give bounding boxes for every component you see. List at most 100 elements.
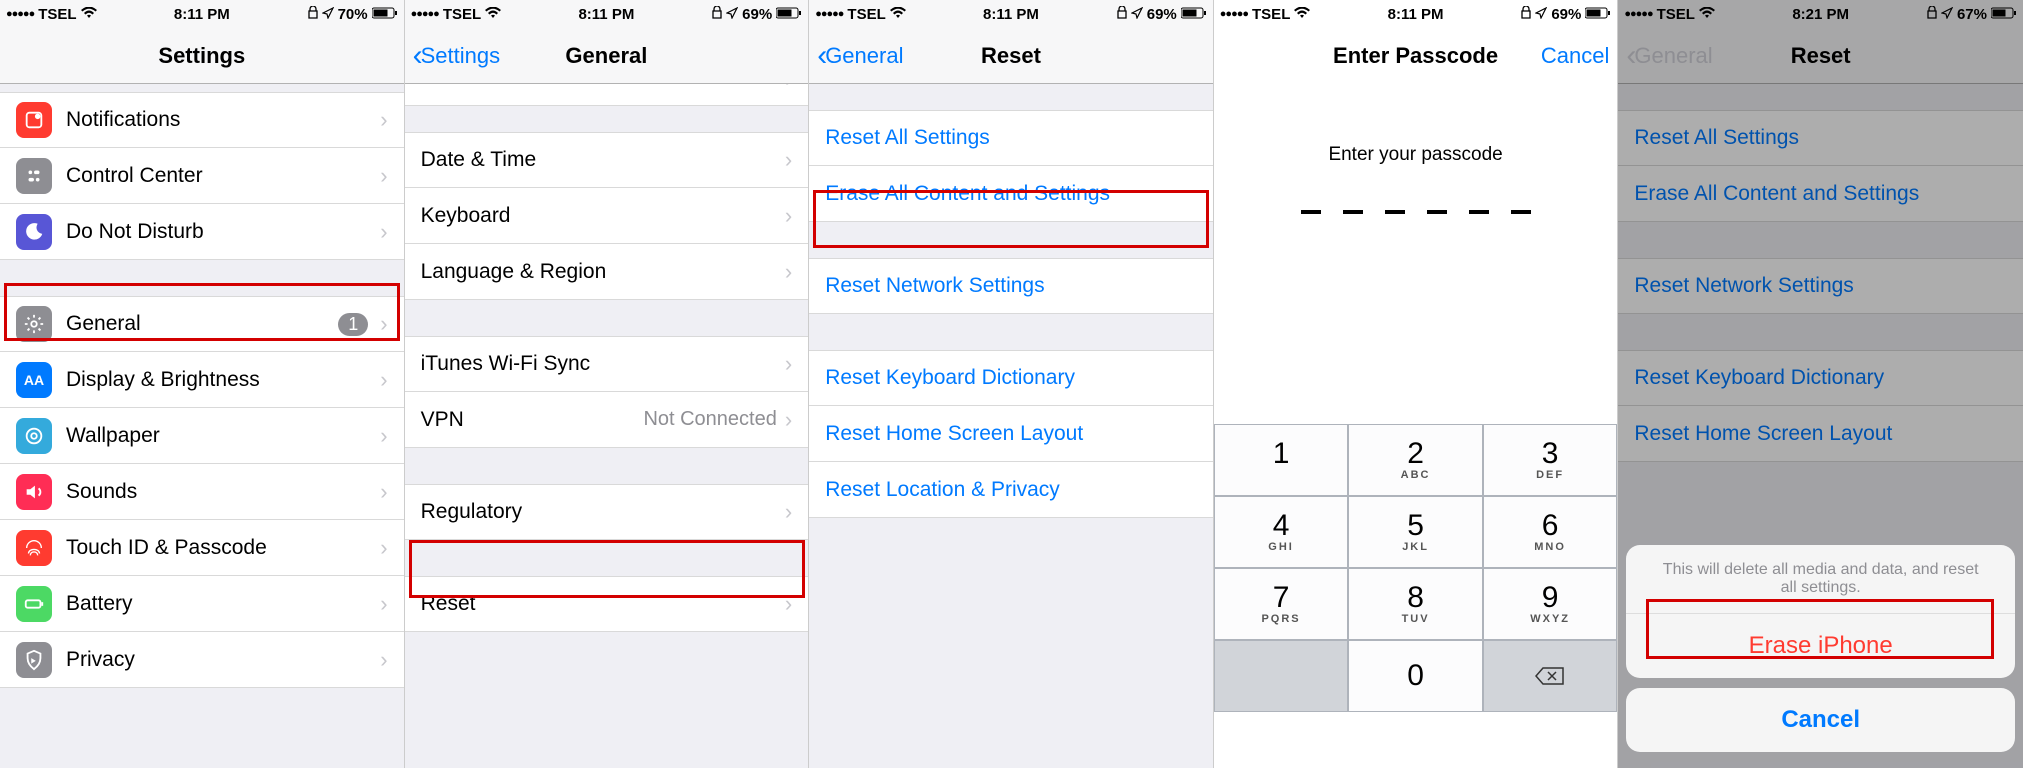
chevron-right-icon: › <box>380 423 387 449</box>
cell-label: Reset Network Settings <box>825 274 1197 298</box>
screen-erase-confirm: ●●●●●TSEL 8:21 PM 67% ‹General Reset Res… <box>1618 0 2023 768</box>
key-7[interactable]: 7PQRS <box>1214 568 1349 640</box>
cell-label: VPN <box>421 408 644 432</box>
back-button[interactable]: ‹Settings <box>413 41 501 71</box>
cell-cut-row[interactable]: › <box>405 84 809 106</box>
display-icon: AA <box>16 362 52 398</box>
cell-label: Erase All Content and Settings <box>825 182 1197 206</box>
cell-label: Wallpaper <box>66 424 372 448</box>
cell-regulatory[interactable]: Regulatory› <box>405 484 809 540</box>
cell-label: Display & Brightness <box>66 368 372 392</box>
nav-title: Settings <box>0 43 404 69</box>
cell-notifications[interactable]: Notifications › <box>0 92 404 148</box>
key-empty <box>1214 640 1349 712</box>
cell-erase-all[interactable]: Erase All Content and Settings <box>809 166 1213 222</box>
chevron-right-icon: › <box>785 407 792 433</box>
cell-reset-all[interactable]: Reset All Settings <box>809 110 1213 166</box>
cell-label: Notifications <box>66 108 372 132</box>
status-bar: ●●●●●TSEL 8:11 PM 69% <box>405 0 809 28</box>
cell-general[interactable]: General 1 › <box>0 296 404 352</box>
back-button[interactable]: ‹General <box>1626 41 1712 71</box>
sheet-cancel-button[interactable]: Cancel <box>1626 688 2015 752</box>
nav-bar: Settings <box>0 28 404 84</box>
key-2[interactable]: 2ABC <box>1348 424 1483 496</box>
cell-label: Reset All Settings <box>825 126 1197 150</box>
nav-bar: Enter Passcode Cancel <box>1214 28 1618 84</box>
key-3[interactable]: 3DEF <box>1483 424 1618 496</box>
cell-keyboard[interactable]: Keyboard › <box>405 188 809 244</box>
cell-display[interactable]: AA Display & Brightness › <box>0 352 404 408</box>
key-backspace[interactable] <box>1483 640 1618 712</box>
back-label: Settings <box>421 43 501 69</box>
key-5[interactable]: 5JKL <box>1348 496 1483 568</box>
nav-bar: ‹Settings General <box>405 28 809 84</box>
cell-reset[interactable]: Reset› <box>405 576 809 632</box>
cell-reset-keyboard[interactable]: Reset Keyboard Dictionary <box>809 350 1213 406</box>
cell-privacy[interactable]: Privacy › <box>0 632 404 688</box>
screen-settings: ●●●●● TSEL 8:11 PM 70% Settings Notifica… <box>0 0 405 768</box>
cell-label: Reset <box>421 592 777 616</box>
cell-label: Reset Home Screen Layout <box>825 422 1197 446</box>
screen-general: ●●●●●TSEL 8:11 PM 69% ‹Settings General … <box>405 0 810 768</box>
erase-iphone-button[interactable]: Erase iPhone <box>1626 614 2015 678</box>
key-8[interactable]: 8TUV <box>1348 568 1483 640</box>
chevron-right-icon: › <box>785 499 792 525</box>
cell-itunes-wifi[interactable]: iTunes Wi-Fi Sync› <box>405 336 809 392</box>
cell-wallpaper[interactable]: Wallpaper › <box>0 408 404 464</box>
battery-cell-icon <box>16 586 52 622</box>
cell-reset-home[interactable]: Reset Home Screen Layout <box>809 406 1213 462</box>
action-sheet: This will delete all media and data, and… <box>1626 545 2015 762</box>
chevron-right-icon: › <box>785 147 792 173</box>
status-time: 8:11 PM <box>809 6 1213 23</box>
key-6[interactable]: 6MNO <box>1483 496 1618 568</box>
cell-label: Reset Keyboard Dictionary <box>825 366 1197 390</box>
cell-label: Control Center <box>66 164 372 188</box>
sounds-icon <box>16 474 52 510</box>
chevron-right-icon: › <box>380 591 387 617</box>
chevron-right-icon: › <box>380 479 387 505</box>
status-bar: ●●●●●TSEL 8:11 PM 69% <box>809 0 1213 28</box>
passcode-prompt: Enter your passcode <box>1214 144 1618 166</box>
cell-dnd[interactable]: Do Not Disturb › <box>0 204 404 260</box>
back-label: General <box>825 43 903 69</box>
cell-label: Language & Region <box>421 260 777 284</box>
key-0[interactable]: 0 <box>1348 640 1483 712</box>
screen-passcode: ●●●●●TSEL 8:11 PM 69% Enter Passcode Can… <box>1214 0 1619 768</box>
chevron-right-icon: › <box>380 367 387 393</box>
screen-reset: ●●●●●TSEL 8:11 PM 69% ‹General Reset Res… <box>809 0 1214 768</box>
cell-date-time[interactable]: Date & Time › <box>405 132 809 188</box>
cell-sounds[interactable]: Sounds › <box>0 464 404 520</box>
cell-control-center[interactable]: Control Center › <box>0 148 404 204</box>
cell-label: Touch ID & Passcode <box>66 536 372 560</box>
cell-vpn[interactable]: VPNNot Connected› <box>405 392 809 448</box>
wallpaper-icon <box>16 418 52 454</box>
notifications-icon <box>16 102 52 138</box>
chevron-right-icon: › <box>785 203 792 229</box>
cell-label: Keyboard <box>421 204 777 228</box>
chevron-right-icon: › <box>380 311 387 337</box>
back-button[interactable]: ‹General <box>817 41 903 71</box>
key-4[interactable]: 4GHI <box>1214 496 1349 568</box>
chevron-right-icon: › <box>380 163 387 189</box>
cell-touchid[interactable]: Touch ID & Passcode › <box>0 520 404 576</box>
back-label: General <box>1634 43 1712 69</box>
badge: 1 <box>338 313 368 336</box>
privacy-icon <box>16 642 52 678</box>
keypad: 1 2ABC 3DEF 4GHI 5JKL 6MNO 7PQRS 8TUV 9W… <box>1214 424 1618 712</box>
control-center-icon <box>16 158 52 194</box>
cell-label: Date & Time <box>421 148 777 172</box>
key-9[interactable]: 9WXYZ <box>1483 568 1618 640</box>
sheet-message: This will delete all media and data, and… <box>1626 545 2015 614</box>
cell-battery[interactable]: Battery › <box>0 576 404 632</box>
cancel-button[interactable]: Cancel <box>1541 43 1609 69</box>
cell-reset-location[interactable]: Reset Location & Privacy <box>809 462 1213 518</box>
cell-language[interactable]: Language & Region› <box>405 244 809 300</box>
cell-reset-network[interactable]: Reset Network Settings <box>809 258 1213 314</box>
passcode-dashes <box>1214 210 1618 214</box>
touchid-icon <box>16 530 52 566</box>
chevron-right-icon: › <box>785 351 792 377</box>
key-1[interactable]: 1 <box>1214 424 1349 496</box>
status-time: 8:11 PM <box>1214 6 1618 23</box>
chevron-right-icon: › <box>380 535 387 561</box>
chevron-right-icon: › <box>380 219 387 245</box>
